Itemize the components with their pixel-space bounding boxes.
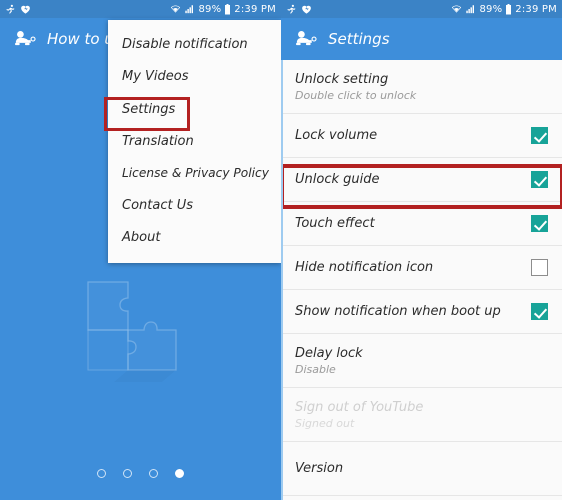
- menu-item-contact-us[interactable]: Contact Us: [108, 190, 281, 222]
- settings-row-subtitle: Disable: [295, 362, 336, 376]
- settings-list: Unlock setting Double click to unlock Lo…: [281, 60, 562, 500]
- settings-row-texts: Unlock guide: [295, 165, 531, 194]
- menu-item-settings[interactable]: Settings: [108, 94, 281, 126]
- settings-row-subtitle: Double click to unlock: [295, 88, 417, 102]
- wifi-icon: [170, 4, 181, 14]
- crawling-baby-icon: [293, 29, 319, 49]
- status-bar-notification-icons-right: [286, 4, 312, 15]
- settings-row-title: Hide notification icon: [295, 260, 434, 275]
- settings-row-title: Version: [295, 461, 344, 476]
- settings-row-texts: Lock volume: [295, 121, 531, 150]
- checkbox-hide-notification-icon[interactable]: [531, 259, 548, 276]
- settings-row-delay-lock[interactable]: Delay lock Disable: [283, 334, 562, 388]
- signal-bars-icon: [184, 4, 195, 14]
- status-bar-left: 89% 2:39 PM: [0, 0, 281, 18]
- settings-row-title: Unlock setting: [295, 71, 389, 87]
- checkbox-show-notification-boot[interactable]: [531, 303, 548, 320]
- overflow-dropdown-menu[interactable]: Disable notification My Videos Settings …: [108, 20, 281, 264]
- menu-item-license-privacy-policy[interactable]: License & Privacy Policy: [108, 158, 281, 189]
- settings-row-texts: Show notification when boot up: [295, 297, 531, 326]
- settings-row-title: Unlock guide: [295, 172, 380, 187]
- heart-shield-icon: [301, 4, 312, 15]
- page-indicator-dots[interactable]: [0, 469, 281, 478]
- battery-percent-label: 89%: [479, 3, 503, 15]
- settings-row-unlock-guide[interactable]: Unlock guide: [283, 158, 562, 202]
- status-bar-notification-icons: [5, 4, 31, 15]
- clock-label: 2:39 PM: [515, 3, 557, 15]
- settings-row-title: Delay lock: [295, 345, 363, 361]
- right-screenshot-panel: 89% 2:39 PM Settings Unlock setting Doub…: [281, 0, 562, 500]
- menu-item-translation[interactable]: Translation: [108, 126, 281, 158]
- settings-row-sign-out-youtube: Sign out of YouTube Signed out: [283, 388, 562, 442]
- settings-row-title: Lock volume: [295, 128, 378, 143]
- settings-row-texts: Delay lock Disable: [295, 339, 548, 383]
- app-header-right: Settings: [281, 18, 562, 60]
- signal-bars-icon: [465, 4, 476, 14]
- right-page-title: Settings: [328, 30, 390, 48]
- checkbox-touch-effect[interactable]: [531, 215, 548, 232]
- checkbox-unlock-guide[interactable]: [531, 171, 548, 188]
- page-dot-4-active[interactable]: [175, 469, 184, 478]
- settings-row-show-notification-boot[interactable]: Show notification when boot up: [283, 290, 562, 334]
- page-dot-3[interactable]: [149, 469, 158, 478]
- settings-row-lock-volume[interactable]: Lock volume: [283, 114, 562, 158]
- status-bar-right: 89% 2:39 PM: [281, 0, 562, 18]
- wifi-icon: [451, 4, 462, 14]
- settings-row-title: Sign out of YouTube: [295, 399, 424, 415]
- menu-item-disable-notification[interactable]: Disable notification: [108, 29, 281, 61]
- settings-row-title: Show notification when boot up: [295, 304, 501, 319]
- settings-row-unlock-setting[interactable]: Unlock setting Double click to unlock: [283, 60, 562, 114]
- settings-row-hide-notification-icon[interactable]: Hide notification icon: [283, 246, 562, 290]
- settings-row-version[interactable]: Version: [283, 442, 562, 496]
- heart-shield-icon: [20, 4, 31, 15]
- running-person-icon: [5, 4, 16, 15]
- battery-icon: [224, 3, 231, 15]
- battery-icon: [505, 3, 512, 15]
- crawling-baby-icon: [12, 29, 38, 49]
- puzzle-piece-illustration: [84, 278, 196, 386]
- running-person-icon: [286, 4, 297, 15]
- checkbox-lock-volume[interactable]: [531, 127, 548, 144]
- settings-row-texts: Unlock setting Double click to unlock: [295, 65, 548, 109]
- settings-row-subtitle: Signed out: [295, 416, 355, 430]
- left-screenshot-panel: 89% 2:39 PM How to use Lock app: [0, 0, 281, 500]
- settings-row-texts: Hide notification icon: [295, 253, 531, 282]
- menu-item-my-videos[interactable]: My Videos: [108, 61, 281, 93]
- settings-row-title: Touch effect: [295, 216, 375, 231]
- page-dot-1[interactable]: [97, 469, 106, 478]
- settings-row-texts: Sign out of YouTube Signed out: [295, 393, 548, 437]
- page-dot-2[interactable]: [123, 469, 132, 478]
- phone-screenshot-pair: 89% 2:39 PM How to use Lock app: [0, 0, 562, 500]
- clock-label: 2:39 PM: [234, 3, 276, 15]
- settings-row-texts: Touch effect: [295, 209, 531, 238]
- menu-item-about[interactable]: About: [108, 222, 281, 254]
- status-bar-indicators-right: 89% 2:39 PM: [451, 3, 557, 15]
- status-bar-indicators-left: 89% 2:39 PM: [170, 3, 276, 15]
- settings-row-texts: Version: [295, 454, 548, 483]
- battery-percent-label: 89%: [198, 3, 222, 15]
- settings-row-touch-effect[interactable]: Touch effect: [283, 202, 562, 246]
